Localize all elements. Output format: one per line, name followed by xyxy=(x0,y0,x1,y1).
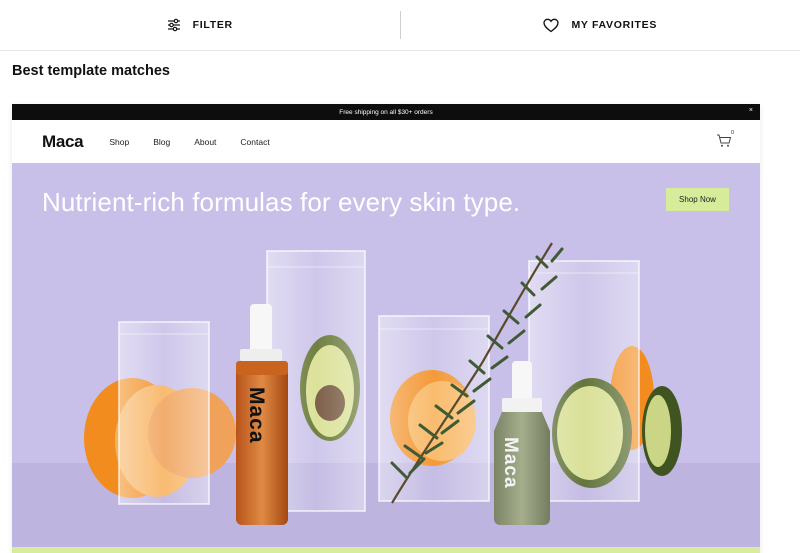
my-favorites-button[interactable]: MY FAVORITES xyxy=(401,0,800,50)
heart-icon xyxy=(543,18,560,32)
amber-bottle-label: Maca xyxy=(245,387,268,444)
bottom-accent-strip xyxy=(12,547,760,553)
nav-link-about[interactable]: About xyxy=(194,137,216,147)
nav-link-contact[interactable]: Contact xyxy=(240,137,269,147)
close-announcement-icon[interactable]: × xyxy=(749,107,753,114)
filter-button[interactable]: FILTER xyxy=(0,0,400,50)
hero-banner: Maca Maca Nutrient-rich formulas for eve… xyxy=(12,163,760,547)
green-bottle-label: Maca xyxy=(500,437,521,489)
hero-title: Nutrient-rich formulas for every skin ty… xyxy=(42,187,521,217)
filter-toolbar: FILTER MY FAVORITES xyxy=(0,0,800,51)
cart-count: 0 xyxy=(730,130,734,136)
announcement-bar: Free shipping on all $30+ orders × xyxy=(12,104,760,120)
shop-now-button[interactable]: Shop Now xyxy=(666,188,729,211)
section-title: Best template matches xyxy=(12,63,170,79)
site-header: Maca Shop Blog About Contact 0 xyxy=(12,120,760,163)
cart-icon[interactable] xyxy=(716,133,732,149)
template-preview-card[interactable]: Free shipping on all $30+ orders × Maca … xyxy=(12,104,760,553)
my-favorites-label: MY FAVORITES xyxy=(571,19,658,31)
site-logo[interactable]: Maca xyxy=(42,132,84,152)
nav-link-shop[interactable]: Shop xyxy=(109,137,129,147)
nav-link-blog[interactable]: Blog xyxy=(153,137,170,147)
product-photo: Maca Maca xyxy=(12,242,760,547)
announcement-text: Free shipping on all $30+ orders xyxy=(339,108,433,116)
filter-label: FILTER xyxy=(192,19,233,31)
sliders-icon xyxy=(167,18,180,32)
